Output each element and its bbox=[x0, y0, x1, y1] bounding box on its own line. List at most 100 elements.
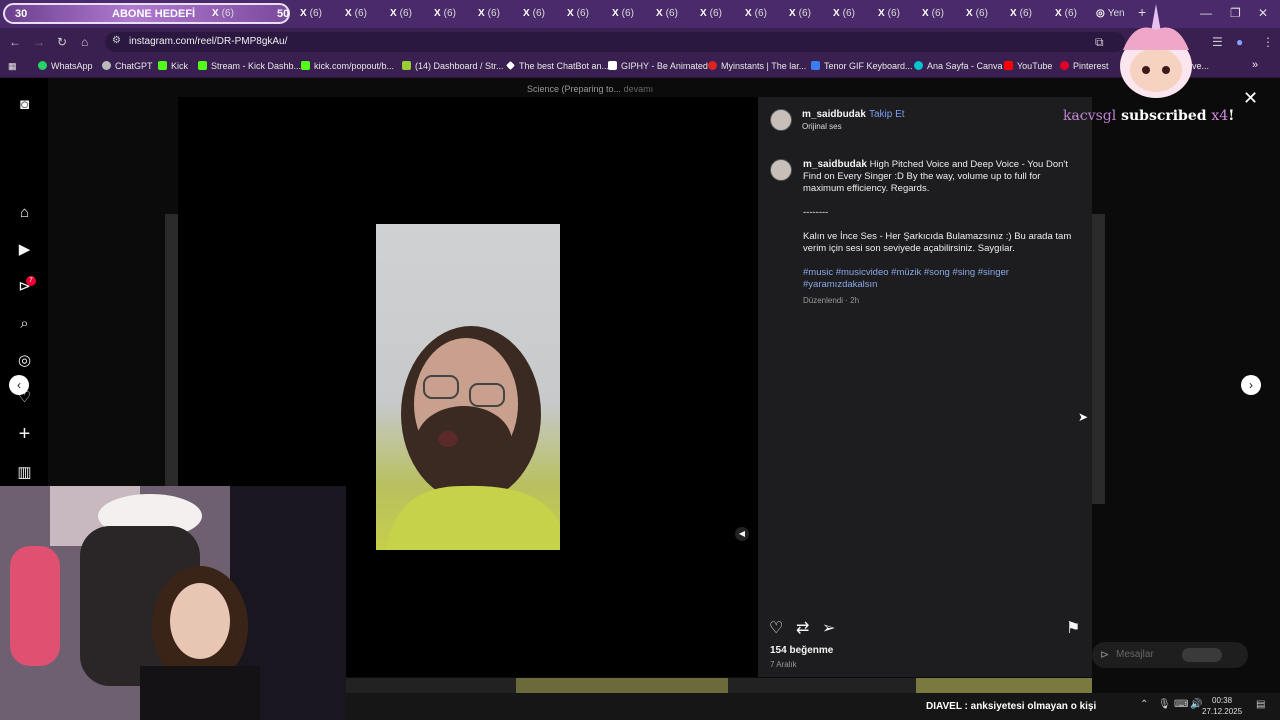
x-logo-icon: X bbox=[1010, 8, 1017, 19]
browser-tab[interactable]: X (6) bbox=[478, 8, 500, 19]
bookmark-myinstants[interactable]: Myinstants | The lar... bbox=[708, 61, 806, 71]
minimize-icon[interactable]: — bbox=[1200, 6, 1212, 20]
reels-icon[interactable]: ▶ bbox=[16, 241, 33, 258]
tray-chevron-icon[interactable]: ⌃ bbox=[1140, 699, 1148, 710]
restore-icon[interactable]: ❐ bbox=[1230, 6, 1241, 20]
x-logo-icon: X bbox=[745, 8, 752, 19]
messages-button[interactable]: ⊳ Mesajlar bbox=[1092, 642, 1248, 668]
bookmark-pinterest[interactable]: Pinterest bbox=[1060, 61, 1109, 71]
browser-tab[interactable]: X (6) bbox=[833, 8, 855, 19]
bookmark-chatbot[interactable]: The best ChatBot an... bbox=[506, 61, 609, 71]
bookmark-kick-popout[interactable]: kick.com/popout/b... bbox=[301, 61, 394, 71]
repost-icon[interactable]: ⇄ bbox=[796, 618, 809, 638]
kick-icon bbox=[301, 61, 310, 70]
messages-label: Mesajlar bbox=[1116, 649, 1154, 660]
close-icon[interactable]: ✕ bbox=[1243, 88, 1258, 109]
giphy-icon bbox=[608, 61, 617, 70]
reel-video-frame bbox=[376, 224, 560, 550]
follow-button[interactable]: Takip Et bbox=[869, 109, 905, 120]
x-logo-icon: X bbox=[789, 8, 796, 19]
bookmark-kick-dashboard[interactable]: Stream - Kick Dashb... bbox=[198, 61, 301, 71]
notifications-icon[interactable]: ▤ bbox=[1256, 699, 1265, 710]
previous-reel-arrow-icon[interactable]: ‹ bbox=[9, 375, 29, 395]
system-clock[interactable]: 00:38 27.12.2025 bbox=[1202, 695, 1242, 717]
browser-tab[interactable]: X (6) bbox=[212, 8, 234, 19]
explore-compass-icon[interactable]: ◎ bbox=[16, 352, 33, 369]
tenor-icon bbox=[811, 61, 820, 70]
search-icon[interactable]: ⌕ bbox=[16, 315, 33, 332]
bookmark-dashboard[interactable]: (14) Dashboard / Str... bbox=[402, 61, 504, 71]
more-bookmarks-icon[interactable]: » bbox=[1252, 59, 1258, 71]
browser-tab[interactable]: X (6) bbox=[878, 8, 900, 19]
home-icon[interactable]: ⌂ bbox=[81, 35, 88, 49]
post-caption: m_saidbudak High Pitched Voice and Deep … bbox=[803, 159, 1083, 307]
bookmark-chatgpt[interactable]: ChatGPT bbox=[102, 61, 153, 71]
browser-tab[interactable]: X (6) bbox=[567, 8, 589, 19]
network-icon[interactable]: ⌨ bbox=[1174, 699, 1188, 710]
browser-tab[interactable]: X (6) bbox=[300, 8, 322, 19]
browser-tab[interactable]: X (6) bbox=[789, 8, 811, 19]
caption-username[interactable]: m_saidbudak bbox=[803, 159, 867, 170]
browser-tab[interactable]: X (6) bbox=[523, 8, 545, 19]
caption-hashtags[interactable]: #music #musicvideo #müzik #song #sing #s… bbox=[803, 267, 1083, 291]
x-logo-icon: X bbox=[390, 8, 397, 19]
browser-tab[interactable]: X (6) bbox=[745, 8, 767, 19]
bookmark-whatsapp[interactable]: WhatsApp bbox=[38, 61, 93, 71]
url-field[interactable]: ⚙ instagram.com/reel/DR-PMP8gkAu/ ⧉ bbox=[105, 32, 1125, 52]
post-author-username[interactable]: m_saidbudak bbox=[802, 109, 866, 120]
x-logo-icon: X bbox=[656, 8, 663, 19]
menu-dots-icon[interactable]: ⋮ bbox=[1262, 35, 1274, 49]
x-logo-icon: X bbox=[700, 8, 707, 19]
browser-tab[interactable]: X (6) bbox=[656, 8, 678, 19]
extensions-icon[interactable]: ☰ bbox=[1212, 35, 1223, 49]
volume-icon[interactable]: ◀ bbox=[735, 527, 749, 541]
caption-separator: -------- bbox=[803, 207, 829, 218]
url-text: instagram.com/reel/DR-PMP8gkAu/ bbox=[129, 36, 288, 47]
browser-tab[interactable]: X (6) bbox=[612, 8, 634, 19]
browser-tab[interactable]: X (6) bbox=[966, 8, 988, 19]
next-reel-arrow-icon[interactable]: › bbox=[1241, 375, 1261, 395]
browser-tab[interactable]: X (6) bbox=[434, 8, 456, 19]
kick-icon bbox=[198, 61, 207, 70]
dot-separator: • bbox=[861, 109, 865, 119]
edited-timestamp: Düzenlendi · 2h bbox=[803, 296, 860, 305]
reload-icon[interactable]: ↻ bbox=[57, 35, 67, 49]
video-person-image bbox=[386, 326, 560, 550]
profile-icon[interactable]: ● bbox=[1236, 35, 1243, 49]
bookmark-giphy[interactable]: GIPHY - Be Animated bbox=[608, 61, 708, 71]
share-send-icon[interactable]: ➢ bbox=[822, 618, 835, 638]
dashboard-icon[interactable]: ▥ bbox=[16, 464, 33, 481]
save-bookmark-icon[interactable]: ⚑ bbox=[1066, 618, 1080, 638]
microphone-icon[interactable]: 🎙 bbox=[1158, 699, 1171, 710]
x-logo-icon: X bbox=[345, 8, 352, 19]
like-count[interactable]: 154 beğenme bbox=[770, 645, 833, 656]
audio-label[interactable]: Orijinal ses bbox=[802, 122, 842, 131]
instagram-logo-icon[interactable]: ◙ bbox=[16, 96, 33, 113]
bookmark-kick[interactable]: Kick bbox=[158, 61, 188, 71]
previous-reel-edge bbox=[165, 214, 178, 486]
browser-tab[interactable]: X (6) bbox=[390, 8, 412, 19]
site-info-icon[interactable]: ⚙ bbox=[112, 35, 121, 46]
browser-tab[interactable]: X (6) bbox=[700, 8, 722, 19]
apps-grid-icon[interactable]: ▦ bbox=[8, 61, 17, 72]
bookmark-tenor[interactable]: Tenor GIF Keyboard... bbox=[811, 61, 913, 71]
myinstants-icon bbox=[708, 61, 717, 70]
browser-tab[interactable]: X (6) bbox=[345, 8, 367, 19]
install-app-icon[interactable]: ⧉ bbox=[1095, 35, 1104, 50]
mouse-cursor-icon: ➤ bbox=[1078, 410, 1089, 424]
browser-tab[interactable]: X (6) bbox=[1010, 8, 1032, 19]
home-icon[interactable]: ⌂ bbox=[16, 204, 33, 221]
bookmark-youtube[interactable]: YouTube bbox=[1004, 61, 1052, 71]
address-bar: ← → ↻ ⌂ ⚙ instagram.com/reel/DR-PMP8gkAu… bbox=[0, 28, 1280, 56]
browser-tab[interactable]: X (6) bbox=[1055, 8, 1077, 19]
close-window-icon[interactable]: ✕ bbox=[1258, 6, 1268, 20]
forward-arrow-icon[interactable]: → bbox=[33, 35, 45, 49]
speaker-icon[interactable]: 🔊 bbox=[1190, 699, 1202, 710]
create-plus-icon[interactable]: + bbox=[16, 424, 33, 444]
bookmark-canva[interactable]: Ana Sayfa - Canva bbox=[914, 61, 1003, 71]
browser-tab[interactable]: X (6) bbox=[922, 8, 944, 19]
back-arrow-icon[interactable]: ← bbox=[9, 35, 21, 49]
avatar[interactable] bbox=[770, 159, 792, 181]
avatar[interactable] bbox=[770, 109, 792, 131]
like-heart-icon[interactable]: ♡ bbox=[769, 618, 783, 638]
